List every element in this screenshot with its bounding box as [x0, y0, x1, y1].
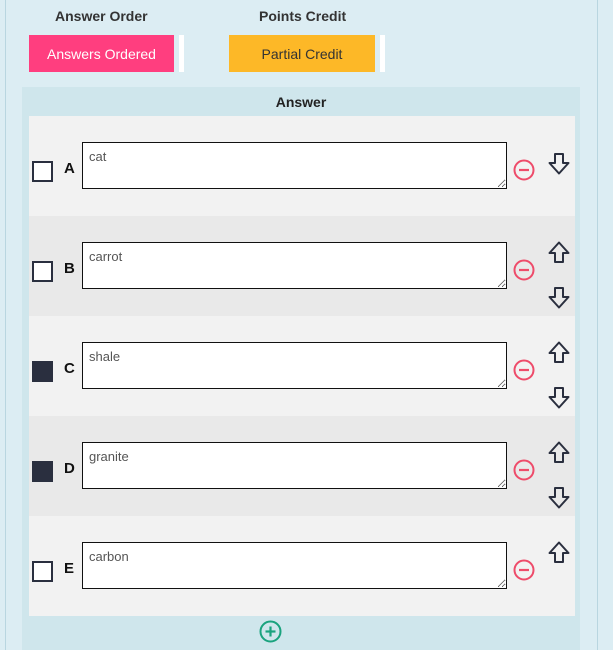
- answer-c-input[interactable]: shale: [82, 342, 507, 389]
- minus-circle-icon[interactable]: [513, 259, 535, 281]
- answer-b-checkbox[interactable]: [32, 261, 53, 282]
- answer-row-d: D granite: [29, 416, 575, 516]
- answer-row-e: E carbon: [29, 516, 575, 616]
- answer-d-input[interactable]: granite: [82, 442, 507, 489]
- answer-d-letter: D: [64, 460, 75, 477]
- answer-a-input[interactable]: cat: [82, 142, 507, 189]
- answer-e-input[interactable]: carbon: [82, 542, 507, 589]
- answer-c-letter: C: [64, 360, 75, 377]
- answer-a-checkbox[interactable]: [32, 161, 53, 182]
- arrow-up-icon[interactable]: [547, 240, 571, 264]
- answer-b-letter: B: [64, 260, 75, 277]
- arrow-down-icon[interactable]: [547, 486, 571, 510]
- arrow-down-icon[interactable]: [547, 152, 571, 176]
- right-frame-border: [597, 0, 598, 650]
- arrow-up-icon[interactable]: [547, 440, 571, 464]
- answer-row-a: A cat: [29, 116, 575, 216]
- answer-e-checkbox[interactable]: [32, 561, 53, 582]
- answer-b-input[interactable]: carrot: [82, 242, 507, 289]
- answer-row-b: B carrot: [29, 216, 575, 316]
- answer-e-letter: E: [64, 560, 75, 577]
- answer-a-letter: A: [64, 160, 75, 177]
- answers-ordered-button-tail: [179, 35, 184, 72]
- answer-panel: Answer A cat B carrot C shale D granite …: [22, 87, 580, 650]
- left-frame-border: [5, 0, 6, 650]
- answer-c-checkbox[interactable]: [32, 361, 53, 382]
- arrow-up-icon[interactable]: [547, 540, 571, 564]
- plus-circle-icon[interactable]: [259, 620, 282, 643]
- arrow-down-icon[interactable]: [547, 386, 571, 410]
- answer-row-c: C shale: [29, 316, 575, 416]
- partial-credit-button[interactable]: Partial Credit: [229, 35, 375, 72]
- minus-circle-icon[interactable]: [513, 459, 535, 481]
- minus-circle-icon[interactable]: [513, 559, 535, 581]
- arrow-up-icon[interactable]: [547, 340, 571, 364]
- answers-ordered-button[interactable]: Answers Ordered: [29, 35, 174, 72]
- arrow-down-icon[interactable]: [547, 286, 571, 310]
- answer-panel-title: Answer: [275, 94, 327, 110]
- minus-circle-icon[interactable]: [513, 359, 535, 381]
- minus-circle-icon[interactable]: [513, 159, 535, 181]
- partial-credit-button-tail: [380, 35, 385, 72]
- points-credit-label: Points Credit: [259, 8, 347, 24]
- answer-d-checkbox[interactable]: [32, 461, 53, 482]
- answer-order-label: Answer Order: [55, 8, 148, 24]
